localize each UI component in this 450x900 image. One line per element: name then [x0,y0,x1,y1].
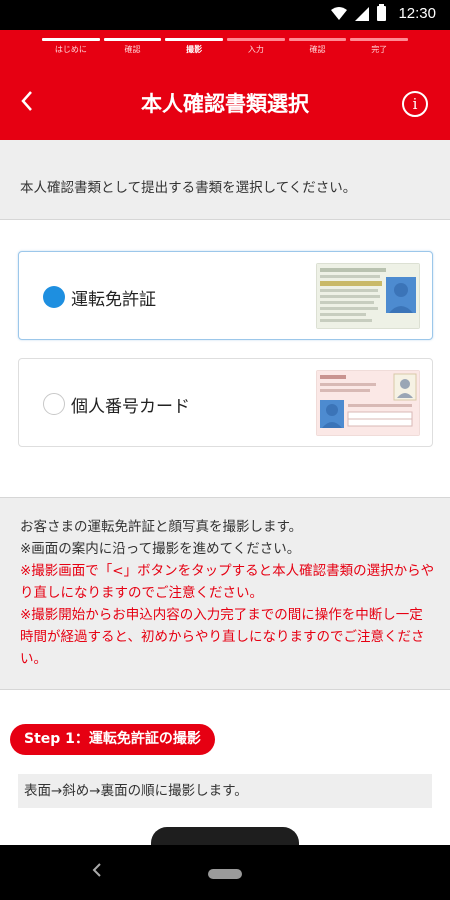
progress-step-label: はじめに [54,45,87,54]
option-drivers-license[interactable]: 運転免許証 [18,251,433,340]
progress-step: 確認 [102,38,164,55]
radio-unselected-icon[interactable] [43,393,65,415]
status-time: 12:30 [398,5,436,22]
wifi-icon [331,7,348,20]
progress-step-label: 確認 [124,45,141,54]
status-bar: 12:30 [0,0,450,30]
battery-icon [377,4,387,21]
notice-line: お客さまの運転免許証と顔写真を撮影します。 [20,519,303,535]
app-header: はじめに 確認 撮影 入力 確認 完了 本人確認書類選択 i [0,30,450,140]
nav-home-icon[interactable] [208,869,242,879]
notice-line: ※画面の案内に沿って撮影を進めてください。 [20,541,301,557]
status-icons: 12:30 [331,4,436,22]
signal-icon [355,6,370,21]
progress-step-bar [227,38,285,41]
progress-step-bar [288,38,347,41]
progress-step-bar [165,38,224,41]
notice-panel: お客さまの運転免許証と顔写真を撮影します。 ※画面の案内に沿って撮影を進めてくだ… [0,497,450,690]
progress-step: 完了 [348,38,410,55]
instruction-text: 本人確認書類として提出する書類を選択してください。 [20,180,357,196]
progress-step-label: 確認 [309,45,326,54]
nav-back-icon[interactable] [92,862,102,883]
progress-step: 入力 [225,38,287,55]
drivers-license-image [316,263,420,329]
option-label: 運転免許証 [71,290,156,310]
mynumber-card-image [316,370,420,436]
instruction-panel: 本人確認書類として提出する書類を選択してください。 [0,140,450,220]
option-label: 個人番号カード [71,397,190,417]
progress-step: はじめに [40,38,102,55]
radio-selected-icon[interactable] [43,286,65,308]
progress-step-label: 撮影 [186,45,203,54]
notice-warning: ※撮影画面で「<」ボタンをタップすると本人確認書類の選択からやり直しになりますの… [20,563,435,601]
option-mynumber-card[interactable]: 個人番号カード [18,358,433,447]
info-icon[interactable]: i [402,91,428,117]
progress-steps: はじめに 確認 撮影 入力 確認 完了 [40,38,410,55]
page-title: 本人確認書類選択 [141,92,309,116]
progress-step-bar [103,38,162,41]
step1-badge: Step 1：運転免許証の撮影 [10,724,215,755]
chevron-left-icon [21,91,32,111]
progress-step-bar [42,38,100,41]
progress-step: 確認 [287,38,349,55]
step1-description: 表面→斜め→裏面の順に撮影します。 [18,774,432,808]
progress-step-current: 撮影 [163,38,225,55]
notice-warning: ※撮影開始からお申込内容の入力完了までの間に操作を中断し一定時間が経過すると、初… [20,607,425,667]
progress-step-label: 完了 [371,45,388,54]
back-button[interactable] [12,86,42,116]
progress-step-label: 入力 [247,45,264,54]
progress-step-bar [350,38,409,41]
system-nav-bar [0,845,450,900]
